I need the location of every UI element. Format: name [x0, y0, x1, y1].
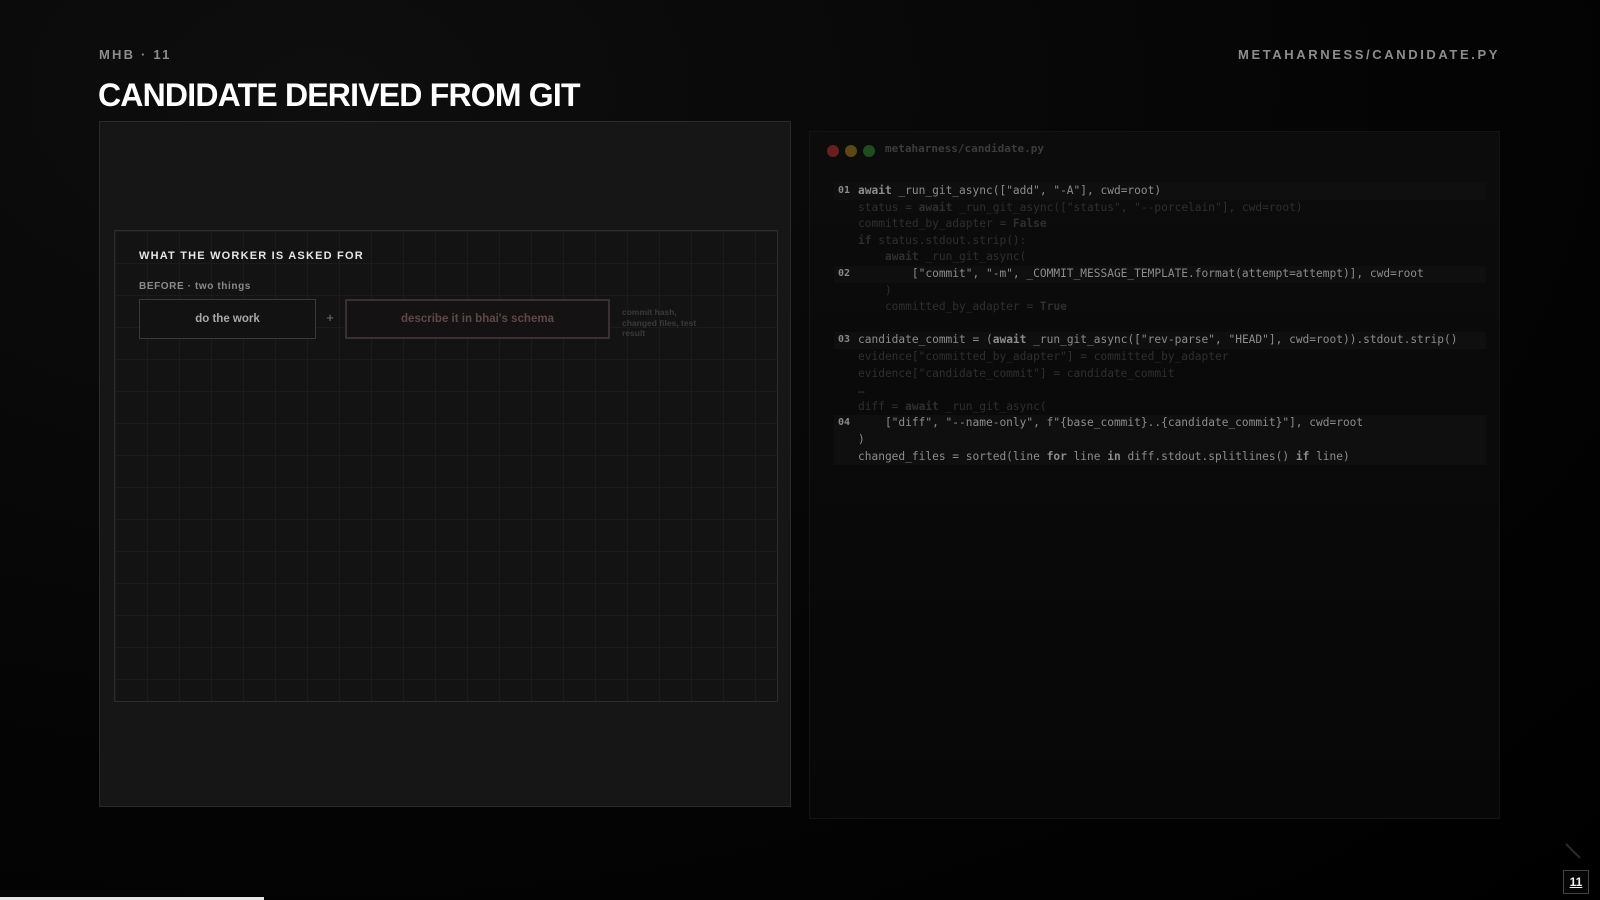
- do-the-work-box: do the work: [139, 299, 316, 339]
- code-line: ): [834, 283, 1486, 300]
- code-line: diff = await _run_git_async(: [834, 399, 1486, 416]
- code-line: committed_by_adapter = False: [834, 216, 1486, 233]
- code-text: committed_by_adapter = False: [858, 217, 1047, 231]
- code-text: candidate_commit = (await _run_git_async…: [858, 333, 1458, 347]
- code-line: 02 ["commit", "-m", _COMMIT_MESSAGE_TEMP…: [834, 265, 1486, 283]
- code-text: ): [858, 283, 892, 297]
- code-line: status = await _run_git_async(["status",…: [834, 200, 1486, 217]
- schema-side-note: commit hash, changed files, test result: [622, 307, 697, 338]
- code-line: await _run_git_async(: [834, 249, 1486, 266]
- code-line: evidence["candidate_commit"] = candidate…: [834, 366, 1486, 383]
- corner-arrow-icon: [1565, 843, 1581, 859]
- code-line: ): [834, 431, 1486, 449]
- code-text: ): [858, 432, 865, 446]
- code-line: committed_by_adapter = True: [834, 299, 1486, 316]
- code-text: changed_files = sorted(line for line in …: [858, 449, 1350, 463]
- code-text: ["commit", "-m", _COMMIT_MESSAGE_TEMPLAT…: [858, 266, 1424, 280]
- code-line: …: [834, 382, 1486, 399]
- code-line: 01 await _run_git_async(["add", "-A"], cw…: [834, 183, 1486, 200]
- code-line: 04 ["diff", "--name-only", f"{base_commi…: [834, 415, 1486, 432]
- code-text: await _run_git_async(: [884, 250, 1027, 264]
- slide-title: CANDIDATE DERIVED FROM GIT: [98, 77, 581, 113]
- plus-sign: +: [326, 310, 334, 325]
- code-text: committed_by_adapter = True: [858, 300, 1067, 314]
- slide: MHB · 11 METAHARNESS/CANDIDATE.PY CANDID…: [0, 0, 1600, 900]
- page-number-badge[interactable]: 11: [1563, 870, 1589, 894]
- code-block: 01 await _run_git_async(["add", "-A"], cw…: [834, 183, 1486, 466]
- close-dot-icon: [827, 145, 839, 157]
- card-heading: WHAT THE WORKER IS ASKED FOR: [139, 250, 364, 262]
- minimize-dot-icon: [845, 145, 857, 157]
- describe-schema-box: describe it in bhai's schema: [345, 299, 610, 339]
- code-step-marker: 02: [838, 267, 851, 279]
- code-text: ["diff", "--name-only", f"{base_commit}.…: [858, 416, 1364, 430]
- code-step-marker: 03: [838, 334, 851, 346]
- before-label: BEFORE · two things: [139, 281, 251, 292]
- code-line: if status.stdout.strip():: [834, 233, 1486, 250]
- code-text: evidence["candidate_commit"] = candidate…: [858, 366, 1175, 380]
- code-text: evidence["committed_by_adapter"] = commi…: [858, 349, 1229, 363]
- window-controls: [827, 145, 875, 157]
- code-text: if status.stdout.strip():: [858, 233, 1027, 247]
- code-window-title: metaharness/candidate.py: [885, 142, 1044, 155]
- code-text: status = await _run_git_async(["status",…: [858, 200, 1303, 214]
- maximize-dot-icon: [863, 145, 875, 157]
- slide-kicker: MHB · 11: [99, 47, 172, 62]
- code-step-marker: 04: [838, 417, 851, 429]
- code-text: await _run_git_async(["add", "-A"], cwd=…: [858, 184, 1162, 197]
- diagram-panel: WHAT THE WORKER IS ASKED FOR BEFORE · tw…: [99, 121, 791, 807]
- file-path-label: METAHARNESS/CANDIDATE.PY: [1238, 47, 1500, 62]
- code-line: evidence["committed_by_adapter"] = commi…: [834, 349, 1486, 366]
- code-window: metaharness/candidate.py 01 await _run_gi…: [809, 131, 1500, 819]
- code-line: 03 candidate_commit = (await _run_git_asy…: [834, 332, 1486, 349]
- code-step-marker: 01: [838, 185, 851, 196]
- code-line: changed_files = sorted(line for line in …: [834, 448, 1486, 466]
- code-text: diff = await _run_git_async(: [858, 399, 1047, 413]
- worker-request-card: WHAT THE WORKER IS ASKED FOR BEFORE · tw…: [114, 230, 778, 702]
- code-text: …: [858, 383, 865, 397]
